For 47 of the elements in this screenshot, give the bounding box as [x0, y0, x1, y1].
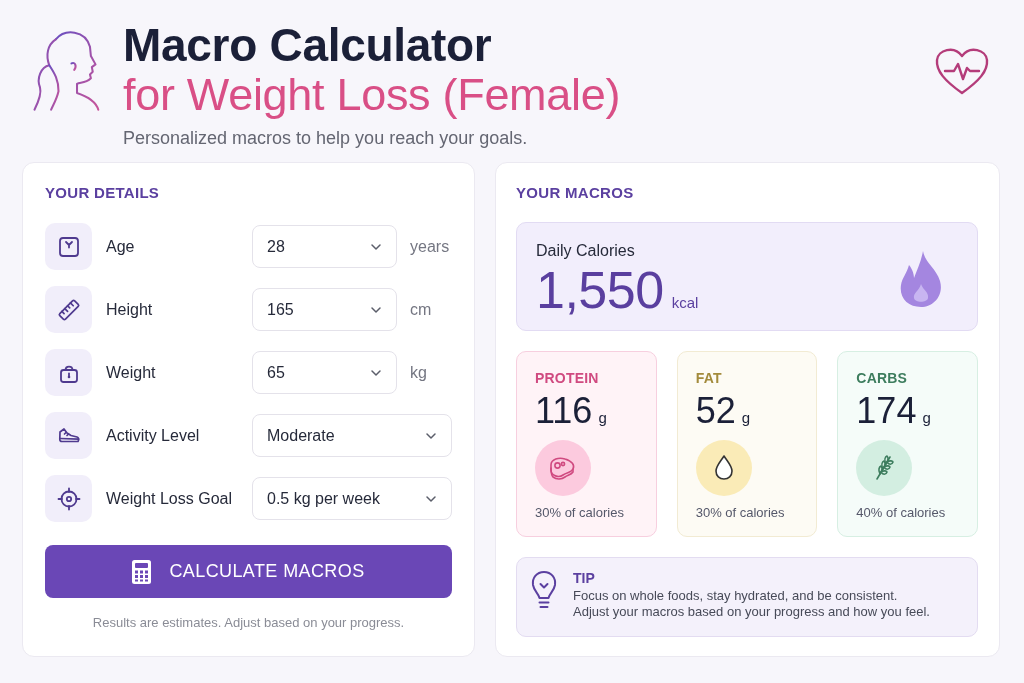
- dropdown[interactable]: 28: [252, 225, 397, 268]
- unit-label: years: [410, 236, 450, 257]
- unit-label: kg: [410, 362, 427, 383]
- calculator-icon: [132, 559, 152, 584]
- tagline: Personalized macros to help you reach your goals.: [123, 127, 529, 150]
- tip-text: Focus on whole foods, stay hydrated, and be consistent.: [573, 588, 899, 604]
- wheat-icon: [856, 440, 913, 496]
- tip-title: TIP: [573, 569, 596, 588]
- page-subtitle: for Weight Loss (Female): [123, 70, 622, 120]
- field-label: Age: [106, 236, 136, 257]
- macro-share: 30% of calories: [535, 504, 625, 522]
- macro-value: 174: [856, 390, 917, 432]
- macro-name: CARBS: [856, 369, 909, 388]
- dropdown[interactable]: 65: [252, 351, 397, 394]
- macro-name: FAT: [695, 369, 723, 388]
- dropdown[interactable]: Moderate: [252, 414, 452, 457]
- page-title: Macro Calculator: [123, 20, 493, 70]
- calculate-button[interactable]: CALCULATE MACROS: [45, 545, 452, 598]
- macro-share: 40% of calories: [856, 504, 947, 522]
- flame-icon: [898, 250, 944, 308]
- macro-name: PROTEIN: [535, 369, 600, 388]
- tip-text: Adjust your macros based on your progress and how you feel.: [573, 604, 930, 620]
- field-label: Weight: [106, 362, 157, 383]
- target-icon: [56, 486, 81, 511]
- dropdown[interactable]: 0.5 kg per week: [252, 477, 452, 520]
- heart-pulse-icon: [934, 46, 990, 96]
- section-heading: YOUR DETAILS: [45, 183, 161, 203]
- drop-icon: [695, 440, 752, 496]
- ruler-icon: [56, 297, 81, 322]
- scale-icon: [56, 234, 81, 259]
- calories-label: Daily Calories: [536, 241, 636, 261]
- macro-unit: g: [922, 408, 931, 428]
- field-label: Height: [106, 299, 154, 320]
- calories-value: 1,550: [536, 262, 664, 318]
- section-heading: YOUR MACROS: [516, 183, 635, 203]
- macro-unit: g: [741, 408, 751, 428]
- macro-value: 52: [695, 390, 736, 432]
- calories-unit: kcal: [671, 293, 699, 313]
- field-label: Activity Level: [106, 425, 201, 446]
- macro-value: 116: [535, 390, 593, 432]
- disclaimer-note: Results are estimates. Adjust based on your progress.: [91, 614, 406, 632]
- dropdown[interactable]: 165: [252, 288, 397, 331]
- steak-icon: [535, 440, 591, 496]
- unit-label: cm: [410, 299, 432, 320]
- field-label: Weight Loss Goal: [106, 488, 233, 509]
- macro-unit: g: [598, 408, 607, 428]
- macro-share: 30% of calories: [695, 504, 786, 522]
